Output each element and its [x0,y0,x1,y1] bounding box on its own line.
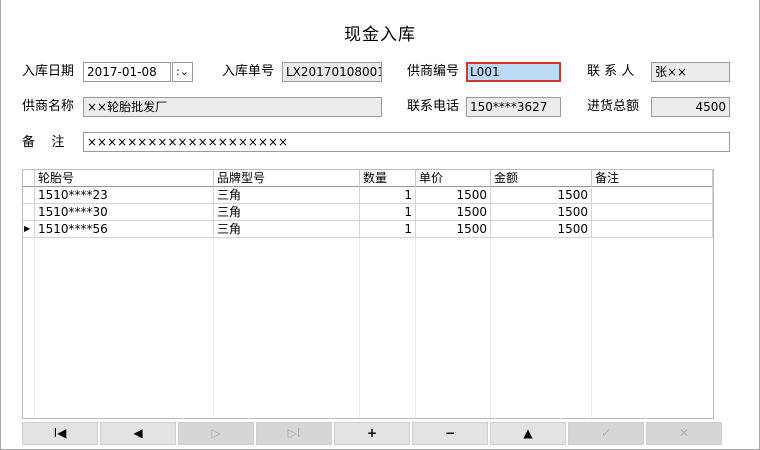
first-icon: I◀ [53,426,67,440]
column-header-qty[interactable]: 数量 [360,170,416,187]
first-record-button[interactable]: I◀ [22,422,98,445]
page-title: 现金入库 [344,25,416,45]
edit-icon: ▲ [523,426,533,440]
table-row[interactable]: 1510****23 三角 1 1500 1500 [23,187,713,204]
cell-note[interactable] [592,187,713,204]
cell-price[interactable]: 1500 [416,187,491,204]
cell-price[interactable]: 1500 [416,221,491,238]
total-label: 进货总额 [587,99,640,114]
minus-icon: − [444,426,456,440]
cell-tire-no[interactable]: 1510****23 [35,187,214,204]
delete-record-button[interactable]: − [412,422,488,445]
check-icon: ✓ [600,426,612,440]
current-row-indicator-icon: ▶ [23,221,35,238]
remark-field[interactable]: ×××××××××××××××××××× [83,132,730,152]
cell-note[interactable] [592,221,713,238]
cell-note[interactable] [592,204,713,221]
record-navigator: I◀ ◀ ▷ ▷I + − ▲ ✓ ✕ [22,422,724,445]
cell-brand[interactable]: 三角 [214,221,360,238]
contact-label: 联 系 人 [587,64,635,79]
total-field[interactable]: 4500 [651,97,730,117]
date-field[interactable]: 2017-01-08 [83,62,171,82]
supplier-code-label: 供商编号 [407,64,460,79]
cell-amount[interactable]: 1500 [491,221,592,238]
supplier-name-field[interactable]: ××轮胎批发厂 [83,97,382,117]
phone-label: 联系电话 [407,99,460,114]
last-icon: ▷I [287,426,301,440]
column-header-tire-no[interactable]: 轮胎号 [35,170,214,187]
cell-brand[interactable]: 三角 [214,187,360,204]
grid-header: 轮胎号 品牌型号 数量 单价 金额 备注 [23,170,713,187]
cell-price[interactable]: 1500 [416,204,491,221]
indicator-header [23,170,35,187]
chevron-down-icon: ⌄ [179,65,189,78]
edit-record-button[interactable]: ▲ [490,422,566,445]
insert-record-button[interactable]: + [334,422,410,445]
order-no-field[interactable]: LX20170108001 [282,62,382,82]
contact-field[interactable]: 张×× [651,62,730,82]
row-indicator [23,187,35,204]
post-edit-button[interactable]: ✓ [568,422,644,445]
plus-icon: + [366,426,378,440]
next-record-button[interactable]: ▷ [178,422,254,445]
date-picker-dropdown[interactable]: :⌄ [172,62,193,82]
cell-qty[interactable]: 1 [360,204,416,221]
row-indicator [23,204,35,221]
column-header-price[interactable]: 单价 [416,170,491,187]
cell-brand[interactable]: 三角 [214,204,360,221]
next-icon: ▷ [211,426,221,440]
last-record-button[interactable]: ▷I [256,422,332,445]
detail-grid[interactable]: 轮胎号 品牌型号 数量 单价 金额 备注 1510****23 三角 1 150… [22,169,714,419]
date-label: 入库日期 [22,64,75,79]
column-header-brand[interactable]: 品牌型号 [214,170,360,187]
order-no-label: 入库单号 [222,64,275,79]
remark-label: 备 注 [22,135,65,150]
cell-tire-no[interactable]: 1510****56 [35,221,214,238]
cell-amount[interactable]: 1500 [491,204,592,221]
close-icon: ✕ [678,426,690,440]
prior-icon: ◀ [133,426,143,440]
cancel-edit-button[interactable]: ✕ [646,422,722,445]
table-row[interactable]: 1510****30 三角 1 1500 1500 [23,204,713,221]
table-row[interactable]: ▶ 1510****56 三角 1 1500 1500 [23,221,713,238]
cell-amount[interactable]: 1500 [491,187,592,204]
column-header-amount[interactable]: 金额 [491,170,592,187]
prior-record-button[interactable]: ◀ [100,422,176,445]
supplier-code-field[interactable]: L001 [466,62,561,82]
cell-qty[interactable]: 1 [360,187,416,204]
cell-qty[interactable]: 1 [360,221,416,238]
phone-field[interactable]: 150****3627 [466,97,561,117]
column-header-note[interactable]: 备注 [592,170,713,187]
cell-tire-no[interactable]: 1510****30 [35,204,214,221]
supplier-name-label: 供商名称 [22,99,75,114]
